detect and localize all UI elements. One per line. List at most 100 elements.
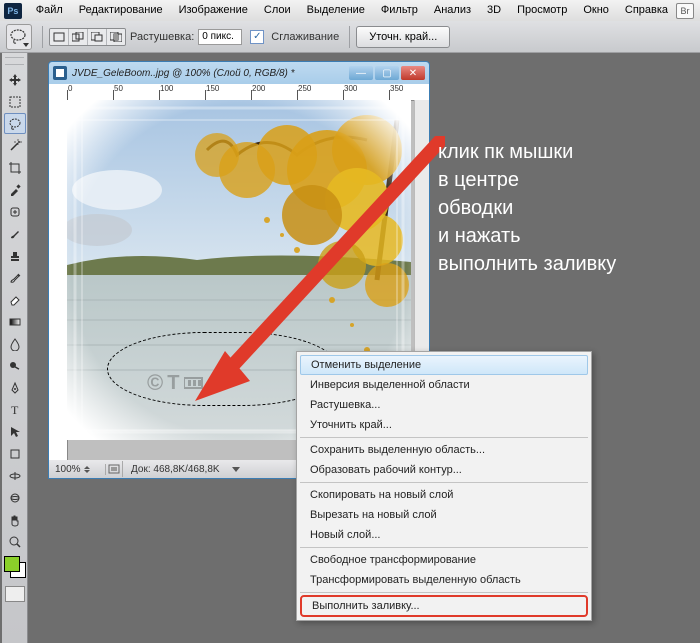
quick-mask-toggle[interactable] [5,586,25,602]
tool-wand[interactable] [4,135,26,156]
annotation-line: клик пк мышки [438,138,688,166]
tool-eraser[interactable] [4,289,26,310]
app-menubar: Ps Файл Редактирование Изображение Слои … [0,0,700,21]
tool-eyedropper[interactable] [4,179,26,200]
document-icon [53,66,67,80]
svg-text:T: T [11,403,19,417]
menu-filter[interactable]: Фильтр [373,0,426,21]
annotation-line: и нажать [438,222,688,250]
ruler-tick: 50 [114,84,123,93]
status-docsize: Док: 468,8K/468,8K [123,464,228,475]
ctx-transform-selection[interactable]: Трансформировать выделенную область [300,570,588,590]
status-menu-arrow-icon[interactable] [232,467,240,472]
active-tool-indicator[interactable] [6,24,32,50]
foreground-color-swatch[interactable] [4,556,20,572]
tool-healing[interactable] [4,201,26,222]
color-swatches[interactable] [4,556,26,578]
tool-shape[interactable] [4,443,26,464]
refine-edge-button[interactable]: Уточн. край... [356,26,450,48]
annotation-line: обводки [438,194,688,222]
feather-label: Растушевка: [130,31,194,43]
ctx-layer-via-copy[interactable]: Скопировать на новый слой [300,485,588,505]
tool-3d-rotate[interactable] [4,465,26,486]
window-close-button[interactable]: ✕ [401,66,425,80]
ruler-tick: 250 [298,84,311,93]
ctx-separator [300,437,588,438]
menu-edit[interactable]: Редактирование [71,0,171,21]
ruler-horizontal[interactable]: 0 50 100 150 200 250 300 350 [67,84,429,101]
ctx-new-layer[interactable]: Новый слой... [300,525,588,545]
tool-blur[interactable] [4,333,26,354]
window-titlebar[interactable]: JVDE_GeleBoom..jpg @ 100% (Слой 0, RGB/8… [49,62,429,84]
tool-crop[interactable] [4,157,26,178]
selection-boolean-mode[interactable] [49,28,126,46]
ruler-tick: 350 [390,84,403,93]
ctx-separator [300,547,588,548]
annotation-text: клик пк мышки в центре обводки и нажать … [438,138,688,278]
menu-analysis[interactable]: Анализ [426,0,479,21]
bool-subtract-icon[interactable] [88,29,107,45]
bool-add-icon[interactable] [69,29,88,45]
annotation-line: выполнить заливку [438,250,688,278]
ctx-refine-edge[interactable]: Уточнить край... [300,415,588,435]
context-menu: Отменить выделение Инверсия выделенной о… [296,351,592,621]
ctx-fill[interactable]: Выполнить заливку... [300,595,588,617]
app-logo-icon: Ps [4,3,22,19]
ctx-layer-via-cut[interactable]: Вырезать на новый слой [300,505,588,525]
bool-new-icon[interactable] [50,29,69,45]
menu-window[interactable]: Окно [575,0,617,21]
ctx-make-work-path[interactable]: Образовать рабочий контур... [300,460,588,480]
tool-move[interactable] [4,69,26,90]
tool-dodge[interactable] [4,355,26,376]
ctx-deselect[interactable]: Отменить выделение [300,355,588,375]
menu-file[interactable]: Файл [28,0,71,21]
ruler-vertical[interactable] [49,100,68,460]
workspace: T JVDE_GeleBoom..jpg @ 100% (Слой 0, RGB… [0,53,700,643]
tool-hand[interactable] [4,509,26,530]
bool-intersect-icon[interactable] [107,29,125,45]
tool-brush[interactable] [4,223,26,244]
tool-palette: T [2,53,28,643]
tool-pen[interactable] [4,377,26,398]
tool-zoom[interactable] [4,531,26,552]
tool-3d-orbit[interactable] [4,487,26,508]
ctx-inverse[interactable]: Инверсия выделенной области [300,375,588,395]
annotation-line: в центре [438,166,688,194]
ruler-tick: 100 [160,84,173,93]
menu-3d[interactable]: 3D [479,0,509,21]
window-minimize-button[interactable]: — [349,66,373,80]
ctx-save-selection[interactable]: Сохранить выделенную область... [300,440,588,460]
tool-marquee[interactable] [4,91,26,112]
ruler-tick: 150 [206,84,219,93]
ctx-separator [300,592,588,593]
window-maximize-button[interactable]: ▢ [375,66,399,80]
ruler-tick: 300 [344,84,357,93]
tool-stamp[interactable] [4,245,26,266]
bridge-button[interactable]: Br [676,3,694,19]
menu-select[interactable]: Выделение [299,0,373,21]
tool-lasso[interactable] [4,113,26,134]
ctx-separator [300,482,588,483]
antialias-checkbox[interactable]: ✓ [250,30,264,44]
menu-help[interactable]: Справка [617,0,676,21]
menu-view[interactable]: Просмотр [509,0,575,21]
antialias-label: Сглаживание [271,31,339,43]
menu-image[interactable]: Изображение [171,0,256,21]
watermark: ©© TT [147,370,208,396]
ruler-origin[interactable] [49,84,68,101]
zoom-level[interactable]: 100% [49,464,106,475]
feather-input[interactable]: 0 пикс. [198,29,242,45]
palette-grip[interactable] [5,57,24,65]
zoom-value: 100% [55,464,81,475]
tool-history-brush[interactable] [4,267,26,288]
tool-type[interactable]: T [4,399,26,420]
ruler-tick: 0 [68,84,72,93]
status-preview-icon[interactable] [106,461,123,477]
ruler-tick: 200 [252,84,265,93]
tool-options-bar: Растушевка: 0 пикс. ✓ Сглаживание Уточн.… [0,21,700,53]
ctx-feather[interactable]: Растушевка... [300,395,588,415]
ctx-free-transform[interactable]: Свободное трансформирование [300,550,588,570]
tool-gradient[interactable] [4,311,26,332]
tool-path-select[interactable] [4,421,26,442]
menu-layer[interactable]: Слои [256,0,299,21]
